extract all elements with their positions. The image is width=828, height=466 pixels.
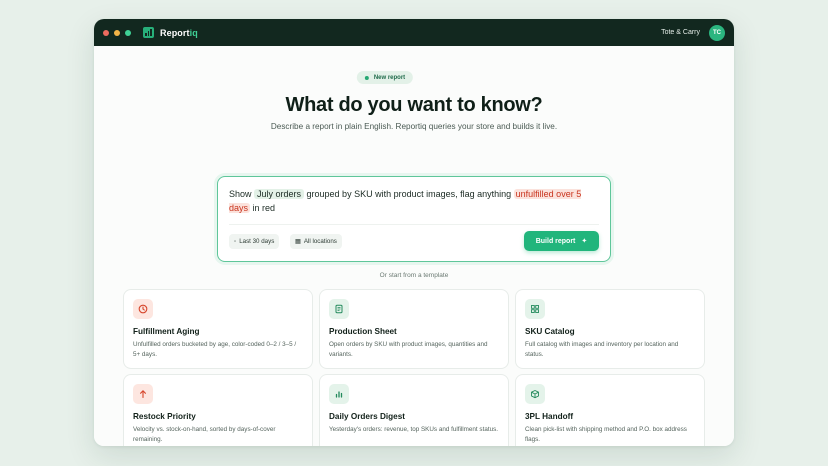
card-title: Fulfillment Aging	[133, 327, 200, 336]
card-title: Daily Orders Digest	[329, 412, 405, 421]
maximize-dot[interactable]	[125, 29, 131, 36]
template-card-restock-priority[interactable]: Restock Priority Velocity vs. stock-on-h…	[123, 374, 313, 446]
prompt-text[interactable]: Show July orders grouped by SKU with pro…	[229, 187, 601, 215]
card-description: Full catalog with images and inventory p…	[525, 341, 679, 358]
new-report-label: New report	[373, 74, 406, 81]
avatar[interactable]: TC	[709, 25, 725, 41]
title-bar: Reportiq Tote & Carry TC	[94, 19, 734, 46]
minimize-dot[interactable]	[114, 29, 120, 36]
build-report-button[interactable]: Build report ✦	[524, 231, 599, 251]
store-name[interactable]: Tote & Carry	[661, 29, 700, 36]
template-card-sku-catalog[interactable]: SKU Catalog Full catalog with images and…	[515, 289, 705, 369]
card-title: 3PL Handoff	[525, 412, 574, 421]
clock-icon: ◦	[234, 238, 237, 245]
template-card-daily-orders-digest[interactable]: Daily Orders Digest Yesterday's orders: …	[319, 374, 509, 446]
sparkle-icon: ✦	[581, 238, 588, 245]
grid-icon	[525, 299, 545, 319]
card-description: Clean pick-list with shipping method and…	[525, 426, 687, 443]
bar-chart-icon	[143, 27, 154, 38]
window-controls	[103, 29, 131, 36]
page-title: What do you want to know?	[285, 94, 543, 116]
card-description: Velocity vs. stock-on-hand, sorted by da…	[133, 426, 276, 443]
new-report-badge: New report	[356, 71, 414, 84]
location-label: All locations	[303, 238, 337, 245]
date-range-filter[interactable]: ◦ Last 30 days	[229, 234, 280, 249]
divider	[229, 224, 599, 225]
card-title: SKU Catalog	[525, 327, 575, 336]
grid-icon: ▦	[295, 238, 301, 245]
brand-name: Reportiq	[160, 27, 198, 38]
templates-heading: Or start from a template	[379, 272, 449, 279]
clock-icon	[133, 299, 153, 319]
brand-logo[interactable]: Reportiq	[143, 27, 198, 38]
template-card-fulfillment-aging[interactable]: Fulfillment Aging Unfulfilled orders buc…	[123, 289, 313, 369]
arrow-up-icon	[133, 384, 153, 404]
close-dot[interactable]	[103, 29, 109, 36]
main-content: New report What do you want to know? Des…	[94, 46, 734, 446]
page-subtitle: Describe a report in plain English. Repo…	[270, 122, 558, 131]
app-window: Reportiq Tote & Carry TC New report What…	[94, 19, 734, 446]
build-report-label: Build report	[535, 237, 576, 245]
card-title: Restock Priority	[133, 412, 196, 421]
status-dot-icon	[364, 75, 369, 80]
card-title: Production Sheet	[329, 327, 397, 336]
card-description: Open orders by SKU with product images, …	[329, 341, 488, 358]
document-icon	[329, 299, 349, 319]
template-card-production-sheet[interactable]: Production Sheet Open orders by SKU with…	[319, 289, 509, 369]
report-prompt-input[interactable]: Show July orders grouped by SKU with pro…	[217, 176, 611, 262]
prompt-token: July orders	[254, 189, 305, 199]
card-description: Unfulfilled orders bucketed by age, colo…	[133, 341, 297, 358]
card-description: Yesterday's orders: revenue, top SKUs an…	[329, 426, 498, 433]
template-card-3pl-handoff[interactable]: 3PL Handoff Clean pick-list with shippin…	[515, 374, 705, 446]
date-range-label: Last 30 days	[239, 238, 275, 245]
bar-chart-icon	[329, 384, 349, 404]
location-filter[interactable]: ▦ All locations	[290, 234, 342, 249]
box-icon	[525, 384, 545, 404]
